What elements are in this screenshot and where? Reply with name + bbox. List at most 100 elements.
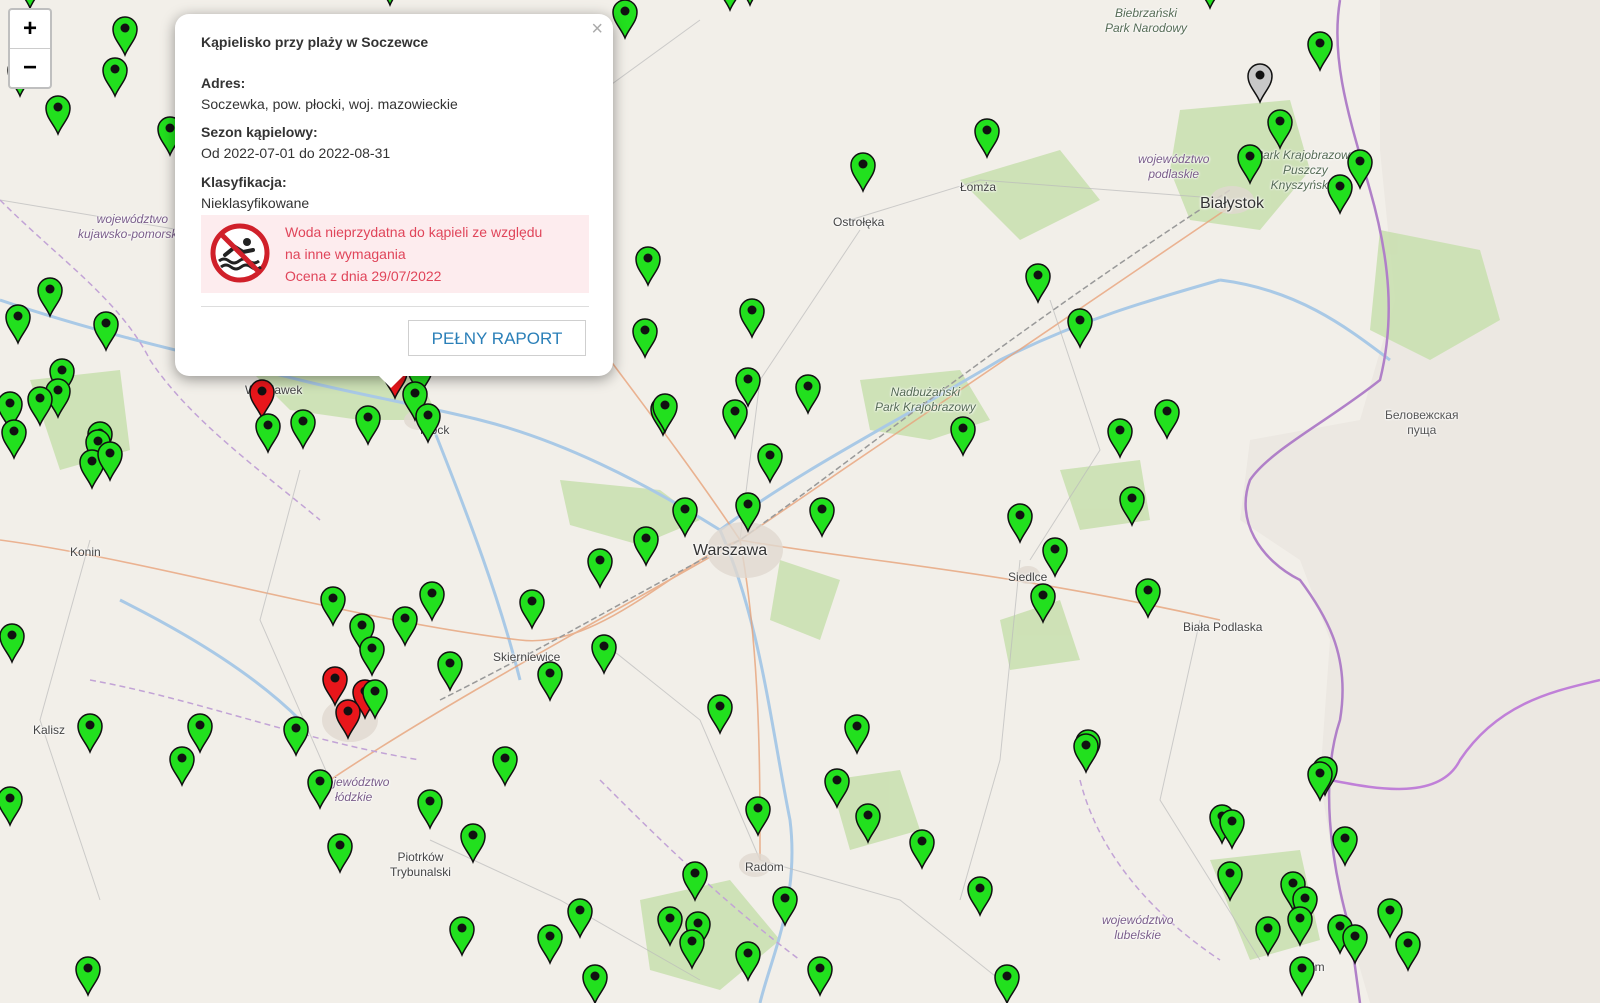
bathing-site-marker-ok[interactable] <box>1217 861 1243 903</box>
bathing-site-marker-ok[interactable] <box>1 419 27 461</box>
bathing-site-marker-ok[interactable] <box>1107 418 1133 460</box>
bathing-site-marker-ok[interactable] <box>738 0 762 8</box>
bathing-site-marker-bad[interactable] <box>322 666 348 708</box>
bathing-site-marker-ok[interactable] <box>1395 931 1421 973</box>
bathing-site-marker-ok[interactable] <box>5 304 31 346</box>
bathing-site-marker-ok[interactable] <box>1307 761 1333 803</box>
bathing-site-marker-ok[interactable] <box>460 823 486 865</box>
bathing-site-marker-ok[interactable] <box>283 716 309 758</box>
bathing-site-marker-ok[interactable] <box>1327 174 1353 216</box>
bathing-site-marker-ok[interactable] <box>1030 583 1056 625</box>
bathing-site-marker-ok[interactable] <box>587 548 613 590</box>
bathing-site-marker-ok[interactable] <box>392 606 418 648</box>
bathing-site-marker-ok[interactable] <box>97 441 123 483</box>
bathing-site-marker-ok[interactable] <box>745 796 771 838</box>
bathing-site-marker-ok[interactable] <box>1287 906 1313 948</box>
bathing-site-marker-ok[interactable] <box>1025 263 1051 305</box>
bathing-site-marker-ok[interactable] <box>824 768 850 810</box>
bathing-site-marker-ok[interactable] <box>45 95 71 137</box>
bathing-site-marker-ok[interactable] <box>327 833 353 875</box>
zoom-out-button[interactable]: − <box>10 49 50 87</box>
bathing-site-marker-ok[interactable] <box>417 789 443 831</box>
bathing-site-marker-ok[interactable] <box>809 497 835 539</box>
bathing-site-marker-ok[interactable] <box>1237 144 1263 186</box>
bathing-site-marker-unknown[interactable] <box>1247 63 1273 105</box>
bathing-site-marker-ok[interactable] <box>950 416 976 458</box>
bathing-site-marker-ok[interactable] <box>994 964 1020 1003</box>
bathing-site-marker-ok[interactable] <box>355 405 381 447</box>
bathing-site-marker-ok[interactable] <box>255 413 281 455</box>
bathing-site-marker-ok[interactable] <box>1342 924 1368 966</box>
bathing-site-marker-ok[interactable] <box>672 497 698 539</box>
bathing-site-marker-ok[interactable] <box>632 318 658 360</box>
bathing-site-marker-ok[interactable] <box>77 713 103 755</box>
bathing-site-marker-ok[interactable] <box>449 916 475 958</box>
bathing-site-marker-ok[interactable] <box>1289 956 1315 998</box>
full-report-button[interactable]: PEŁNY RAPORT <box>408 320 586 356</box>
bathing-site-marker-ok[interactable] <box>537 661 563 703</box>
close-icon[interactable]: × <box>591 18 603 41</box>
bathing-site-marker-ok[interactable] <box>492 746 518 788</box>
bathing-site-marker-ok[interactable] <box>807 956 833 998</box>
bathing-site-marker-ok[interactable] <box>519 589 545 631</box>
bathing-site-marker-ok[interactable] <box>844 714 870 756</box>
bathing-site-marker-ok[interactable] <box>37 277 63 319</box>
bathing-site-marker-ok[interactable] <box>707 694 733 736</box>
bathing-site-marker-ok[interactable] <box>1307 31 1333 73</box>
bathing-site-marker-ok[interactable] <box>567 898 593 940</box>
bathing-site-marker-ok[interactable] <box>1007 503 1033 545</box>
bathing-site-marker-ok[interactable] <box>18 0 42 11</box>
bathing-site-marker-ok[interactable] <box>718 0 742 13</box>
bathing-site-marker-ok[interactable] <box>682 861 708 903</box>
bathing-site-marker-ok[interactable] <box>591 634 617 676</box>
bathing-site-marker-ok[interactable] <box>757 443 783 485</box>
bathing-site-marker-ok[interactable] <box>633 526 659 568</box>
bathing-site-marker-ok[interactable] <box>0 786 23 828</box>
bathing-site-marker-ok[interactable] <box>967 876 993 918</box>
bathing-site-marker-ok[interactable] <box>1067 308 1093 350</box>
bathing-site-marker-ok[interactable] <box>974 118 1000 160</box>
bathing-site-marker-ok[interactable] <box>635 246 661 288</box>
bathing-site-marker-ok[interactable] <box>320 586 346 628</box>
bathing-site-marker-ok[interactable] <box>1332 826 1358 868</box>
bathing-site-marker-ok[interactable] <box>772 886 798 928</box>
bathing-site-marker-ok[interactable] <box>850 152 876 194</box>
bathing-site-marker-ok[interactable] <box>739 298 765 340</box>
bathing-site-marker-ok[interactable] <box>652 393 678 435</box>
bathing-site-marker-ok[interactable] <box>855 803 881 845</box>
bathing-site-marker-ok[interactable] <box>102 57 128 99</box>
bathing-site-marker-ok[interactable] <box>735 941 761 983</box>
bathing-site-marker-ok[interactable] <box>537 924 563 966</box>
bathing-site-marker-ok[interactable] <box>378 0 402 8</box>
zoom-in-button[interactable]: + <box>10 10 50 49</box>
bathing-site-marker-ok[interactable] <box>112 16 138 58</box>
bathing-site-marker-ok[interactable] <box>735 492 761 534</box>
bathing-site-marker-ok[interactable] <box>679 929 705 971</box>
bathing-site-marker-ok[interactable] <box>290 409 316 451</box>
bathing-site-marker-ok[interactable] <box>93 311 119 353</box>
bathing-site-marker-ok[interactable] <box>27 386 53 428</box>
bathing-site-marker-ok[interactable] <box>1042 537 1068 579</box>
bathing-site-marker-bad[interactable] <box>335 699 361 741</box>
bathing-site-marker-ok[interactable] <box>1377 898 1403 940</box>
bathing-site-marker-ok[interactable] <box>75 956 101 998</box>
bathing-site-marker-ok[interactable] <box>1154 399 1180 441</box>
bathing-site-marker-ok[interactable] <box>795 374 821 416</box>
bathing-site-marker-ok[interactable] <box>359 636 385 678</box>
bathing-site-marker-ok[interactable] <box>657 906 683 948</box>
bathing-site-marker-ok[interactable] <box>909 829 935 871</box>
bathing-site-marker-ok[interactable] <box>1135 578 1161 620</box>
bathing-site-marker-ok[interactable] <box>415 403 441 445</box>
bathing-site-marker-ok[interactable] <box>437 651 463 693</box>
bathing-site-marker-ok[interactable] <box>1267 109 1293 151</box>
bathing-site-marker-ok[interactable] <box>0 623 25 665</box>
bathing-site-marker-ok[interactable] <box>582 964 608 1003</box>
bathing-site-marker-ok[interactable] <box>612 0 638 41</box>
bathing-site-marker-ok[interactable] <box>419 581 445 623</box>
bathing-site-marker-ok[interactable] <box>307 769 333 811</box>
bathing-site-marker-ok[interactable] <box>1219 809 1245 851</box>
bathing-site-marker-ok[interactable] <box>169 746 195 788</box>
bathing-site-marker-ok[interactable] <box>187 713 213 755</box>
bathing-site-marker-ok[interactable] <box>1198 0 1222 11</box>
bathing-site-marker-ok[interactable] <box>1119 486 1145 528</box>
